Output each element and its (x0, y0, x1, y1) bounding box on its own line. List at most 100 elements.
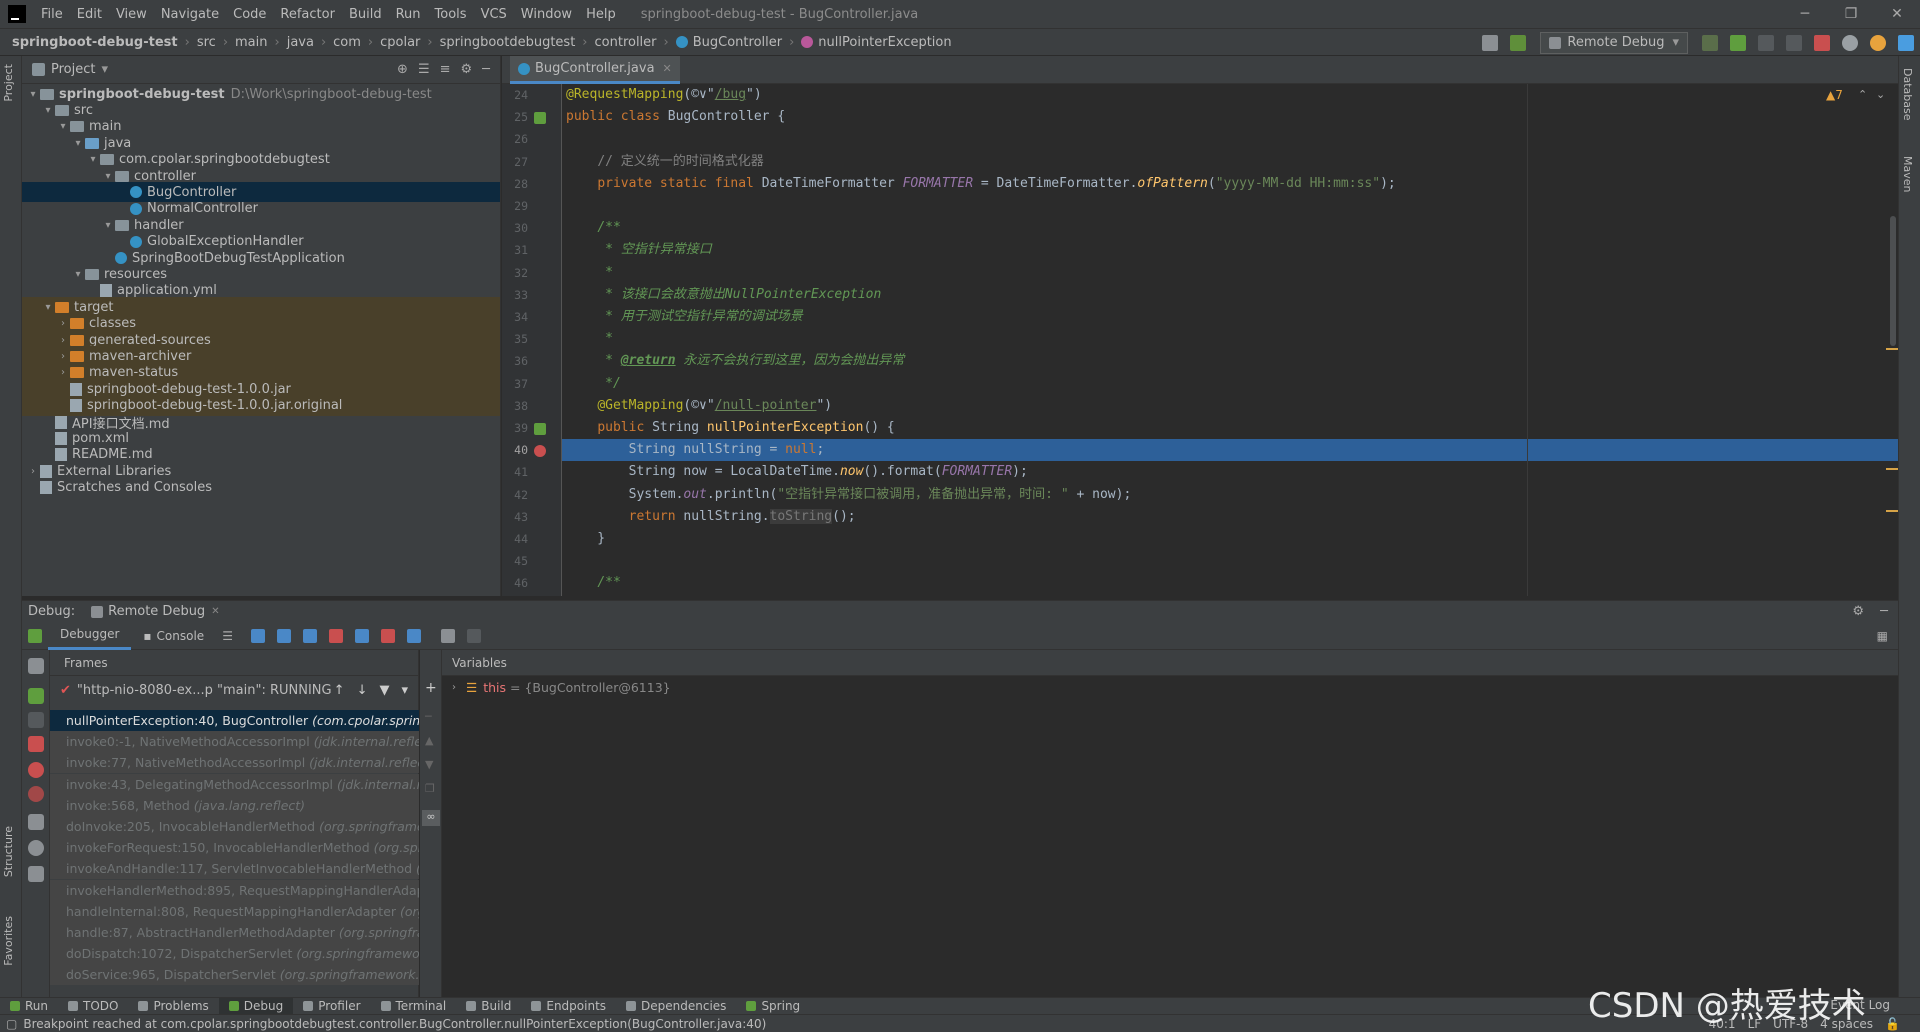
debug-session-tab[interactable]: Remote Debug ✕ (91, 604, 220, 619)
project-tool-tab[interactable]: Project (2, 64, 15, 102)
line-number[interactable]: 40 (502, 443, 528, 457)
expand-all-icon[interactable]: ☰ (418, 62, 430, 77)
frame-row[interactable]: handleInternal:808, RequestMappingHandle… (50, 900, 419, 922)
breadcrumb-item[interactable]: › java (268, 35, 314, 50)
line-number[interactable]: 25 (502, 110, 528, 124)
breadcrumb-method[interactable]: › nullPointerException (782, 35, 952, 50)
chevron-down-icon[interactable]: ▾ (401, 683, 408, 698)
tool-tab-spring[interactable]: Spring (736, 998, 810, 1015)
pause-icon[interactable] (28, 712, 44, 728)
favorites-tool-tab[interactable]: Favorites (2, 916, 15, 966)
resume-icon[interactable] (28, 688, 44, 704)
line-number[interactable]: 37 (502, 377, 528, 391)
run-icon[interactable] (1702, 34, 1718, 51)
lock-icon[interactable]: 🔓 (1885, 1017, 1900, 1031)
menu-view[interactable]: View (109, 7, 154, 22)
frame-row[interactable]: handle:87, AbstractHandlerMethodAdapter … (50, 922, 419, 943)
line-number[interactable]: 32 (502, 266, 528, 280)
line-number[interactable]: 36 (502, 354, 528, 368)
tool-tab-dependencies[interactable]: Dependencies (616, 998, 736, 1015)
menu-build[interactable]: Build (342, 7, 389, 22)
drop-frame-icon[interactable] (380, 628, 395, 643)
force-step-into-icon[interactable] (328, 628, 343, 643)
chevron-right-icon[interactable]: › (452, 682, 456, 693)
update-icon[interactable] (1870, 34, 1886, 51)
code-line[interactable]: String nullString = null; (562, 439, 1898, 462)
arrow-down-icon[interactable]: ↓ (357, 683, 368, 698)
frame-row[interactable]: doDispatch:1072, DispatcherServlet (org.… (50, 943, 419, 965)
thread-select[interactable]: ✔ "http-nio-8080-ex...p "main": RUNNING … (50, 676, 418, 704)
mute-breakpoints-icon[interactable] (28, 786, 44, 802)
tool-tab-run[interactable]: Run (0, 998, 58, 1015)
plugin-icon[interactable] (1898, 34, 1914, 51)
expand-arrow-icon[interactable]: › (56, 318, 70, 329)
hide-icon[interactable]: ─ (482, 62, 490, 77)
arrow-up-icon[interactable]: ↑ (334, 683, 345, 698)
expand-arrow-icon[interactable]: ▾ (101, 220, 115, 231)
frame-row[interactable]: invokeForRequest:150, InvocableHandlerMe… (50, 837, 419, 859)
tab-debugger[interactable]: Debugger (48, 622, 132, 650)
line-number[interactable]: 43 (502, 510, 528, 524)
menu-run[interactable]: Run (389, 7, 428, 22)
code-line[interactable]: // 定义统一的时间格式化器 (562, 151, 1898, 173)
expand-arrow-icon[interactable]: › (56, 351, 70, 362)
expand-arrow-icon[interactable]: › (56, 367, 70, 378)
project-view-select[interactable]: Project (51, 62, 95, 77)
editor-scrollbar[interactable] (1890, 216, 1896, 346)
code-line[interactable]: public class BugController { (562, 106, 1898, 128)
expand-arrow-icon[interactable]: ▾ (71, 269, 85, 280)
expand-arrow-icon[interactable]: › (26, 466, 40, 477)
filter-icon[interactable]: ▼ (379, 683, 389, 698)
tab-console[interactable]: ▪ Console (131, 622, 216, 650)
breadcrumb-item[interactable]: › src (178, 35, 216, 50)
code-line[interactable] (562, 128, 1898, 150)
hide-icon[interactable]: ─ (1880, 604, 1888, 619)
code-line[interactable]: } (562, 528, 1898, 550)
line-number[interactable]: 31 (502, 243, 528, 257)
line-number[interactable]: 39 (502, 421, 528, 435)
minimize-icon[interactable]: ─ (1782, 0, 1828, 28)
step-over-icon[interactable] (276, 628, 291, 643)
tool-tab-problems[interactable]: Problems (128, 998, 218, 1015)
line-number[interactable]: 26 (502, 132, 528, 146)
camera-icon[interactable] (28, 814, 44, 830)
add-watch-icon[interactable]: + (425, 680, 437, 696)
run-config-select[interactable]: Remote Debug ▾ (1540, 31, 1688, 54)
search-icon[interactable] (1842, 34, 1858, 51)
gear-icon[interactable]: ⚙ (461, 62, 473, 77)
expand-arrow-icon[interactable]: › (56, 335, 70, 346)
code-line[interactable] (562, 550, 1898, 572)
code-line[interactable] (562, 195, 1898, 217)
expand-arrow-icon[interactable]: ▾ (101, 171, 115, 182)
code-line[interactable]: @GetMapping(©∨"/null-pointer") (562, 395, 1898, 417)
tool-tab-terminal[interactable]: Terminal (371, 998, 457, 1015)
tool-tab-build[interactable]: Build (456, 998, 521, 1015)
warnings-indicator[interactable]: ▲7 (1826, 88, 1843, 102)
breadcrumb-item[interactable]: › main (216, 35, 268, 50)
menu-edit[interactable]: Edit (70, 7, 109, 22)
remove-watch-icon[interactable]: ─ (425, 710, 432, 723)
menu-file[interactable]: File (34, 7, 70, 22)
code-line[interactable]: private static final DateTimeFormatter F… (562, 173, 1898, 195)
restore-icon[interactable]: ❐ (1828, 0, 1874, 28)
code-line[interactable]: public String nullPointerException() { (562, 417, 1898, 439)
expand-arrow-icon[interactable]: ▾ (71, 138, 85, 149)
code-line[interactable]: String now = LocalDateTime.now().format(… (562, 461, 1898, 483)
line-number[interactable]: 44 (502, 532, 528, 546)
code-line[interactable]: /** (562, 572, 1898, 594)
line-number[interactable]: 45 (502, 554, 528, 568)
rerun-icon[interactable] (28, 628, 42, 643)
move-down-icon[interactable]: ▼ (425, 758, 433, 771)
wrench-icon[interactable] (28, 658, 44, 674)
run-to-cursor-icon[interactable] (406, 628, 421, 643)
next-highlight-icon[interactable]: ⌄ (1876, 88, 1885, 101)
user-icon[interactable] (1482, 34, 1499, 51)
endpoint-icon[interactable] (534, 423, 546, 435)
structure-tool-tab[interactable]: Structure (2, 826, 15, 877)
close-icon[interactable]: ✕ (1874, 0, 1920, 28)
expand-arrow-icon[interactable]: ▾ (26, 89, 40, 100)
close-tab-icon[interactable]: ✕ (211, 606, 219, 617)
profile-icon[interactable] (1786, 34, 1802, 51)
warning-stripe[interactable] (1886, 468, 1898, 470)
code-line[interactable]: */ (562, 373, 1898, 395)
